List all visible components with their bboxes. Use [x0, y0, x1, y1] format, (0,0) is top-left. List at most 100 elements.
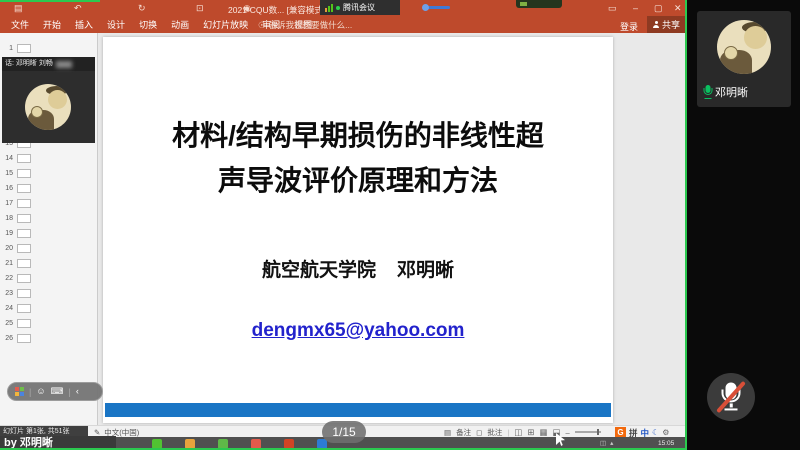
- collapse-chevron-icon[interactable]: ‹: [76, 387, 79, 396]
- tray-icon[interactable]: ◫: [600, 439, 606, 447]
- slide-thumbnail[interactable]: [17, 289, 31, 298]
- system-tray[interactable]: ◫ ▴: [600, 439, 613, 447]
- share-border: [0, 0, 100, 2]
- slide-thumbnail[interactable]: [17, 304, 31, 313]
- thumbnail-row[interactable]: 14: [0, 151, 97, 166]
- taskbar-app-icon[interactable]: [185, 439, 195, 449]
- slide-number: 21: [0, 260, 13, 267]
- gear-icon[interactable]: ⚙: [662, 428, 669, 437]
- clock[interactable]: 15:05: [658, 440, 674, 447]
- thumbnail-row[interactable]: 25: [0, 316, 97, 331]
- slide-title[interactable]: 材料/结构早期损伤的非线性超 声导波评价原理和方法: [103, 113, 613, 203]
- restore-icon[interactable]: ▢: [654, 2, 663, 14]
- tray-icon[interactable]: ▴: [610, 439, 613, 447]
- zoom-slider-thumb[interactable]: [597, 429, 599, 435]
- ribbon-options-icon[interactable]: ▭: [608, 2, 617, 14]
- tell-me-label: 告诉我您想要做什么...: [269, 19, 353, 31]
- slide-author[interactable]: 航空航天学院 邓明晰: [103, 255, 613, 282]
- slide-number: 16: [0, 185, 13, 192]
- thumbnail-row[interactable]: 19: [0, 226, 97, 241]
- thumbnail-row[interactable]: 23: [0, 286, 97, 301]
- slide-thumbnail[interactable]: [17, 229, 31, 238]
- ribbon-tab[interactable]: 幻灯片放映: [196, 17, 255, 33]
- zoom-slider[interactable]: [575, 431, 601, 433]
- overlay-slider-fragment: [424, 6, 450, 9]
- ribbon-tab[interactable]: 切换: [132, 17, 164, 33]
- slide-thumbnail[interactable]: [17, 154, 31, 163]
- keyboard-icon[interactable]: ⌨: [51, 387, 64, 396]
- slide-thumbnail[interactable]: [17, 199, 31, 208]
- floating-input-toolbar[interactable]: | ☺ ⌨ | ‹: [7, 382, 103, 401]
- sign-in-button[interactable]: 登录: [620, 20, 638, 33]
- thumbnail-row[interactable]: 1: [0, 41, 97, 56]
- taskbar-app-icon[interactable]: [218, 439, 228, 449]
- slide-email-link[interactable]: dengmx65@yahoo.com: [103, 320, 613, 342]
- slide-canvas[interactable]: 材料/结构早期损伤的非线性超 声导波评价原理和方法 航空航天学院 邓明晰 den…: [103, 37, 613, 423]
- slide-number: 14: [0, 155, 13, 162]
- screen: ▤ ↶ ↻ ⊡ ◉ 2021-CQU数... [兼容模式] - PowerPoi…: [0, 0, 800, 450]
- slide-thumbnail[interactable]: [17, 169, 31, 178]
- thumbnail-row[interactable]: 26: [0, 331, 97, 346]
- moon-icon[interactable]: ☾: [652, 428, 659, 437]
- slide-thumbnail[interactable]: [17, 44, 31, 53]
- normal-view-icon[interactable]: ◫: [514, 427, 522, 438]
- slide-thumbnail[interactable]: [17, 214, 31, 223]
- thumbnail-row[interactable]: 17: [0, 196, 97, 211]
- slide-thumbnail[interactable]: [17, 259, 31, 268]
- slide-number: 15: [0, 170, 13, 177]
- slide-number: 23: [0, 290, 13, 297]
- participant-video-tile[interactable]: 邓明晰: [697, 11, 791, 107]
- slide-thumbnail[interactable]: [17, 244, 31, 253]
- reading-view-icon[interactable]: ▦: [539, 427, 547, 438]
- start-slideshow-icon[interactable]: ⊡: [196, 2, 204, 14]
- slide-thumbnail[interactable]: [17, 184, 31, 193]
- zoom-out-icon[interactable]: –: [566, 428, 570, 437]
- minimize-icon[interactable]: –: [633, 2, 638, 14]
- slide-thumbnail[interactable]: [17, 319, 31, 328]
- thumbnail-row[interactable]: 20: [0, 241, 97, 256]
- microphone-mute-button[interactable]: [707, 373, 755, 421]
- meeting-status-badge[interactable]: 腾讯会议: [320, 0, 400, 15]
- thumbnail-row[interactable]: 24: [0, 301, 97, 316]
- person-icon: [653, 21, 660, 28]
- slide-thumbnail[interactable]: [17, 334, 31, 343]
- slide-number: 22: [0, 275, 13, 282]
- avatar: [25, 84, 71, 130]
- share-button[interactable]: 共享: [647, 16, 686, 33]
- redo-icon[interactable]: ↻: [138, 2, 146, 14]
- taskbar-app-icon[interactable]: [284, 439, 294, 449]
- thumbnail-row[interactable]: 22: [0, 271, 97, 286]
- slide-number: 25: [0, 320, 13, 327]
- slide-number: 20: [0, 245, 13, 252]
- taskbar-app-icon[interactable]: [152, 439, 162, 449]
- ribbon-tab[interactable]: 文件: [4, 17, 36, 33]
- save-icon[interactable]: ▤: [14, 2, 23, 14]
- slide-sorter-icon[interactable]: ⊞: [527, 427, 534, 438]
- meeting-sidebar: 邓明晰: [687, 0, 800, 450]
- slide-number: 19: [0, 230, 13, 237]
- ribbon-tab[interactable]: 设计: [100, 17, 132, 33]
- undo-icon[interactable]: ↶: [74, 2, 82, 14]
- slide-number: 24: [0, 305, 13, 312]
- speaker-overlay-window[interactable]: 话: 邓明晰 刘畅: [2, 57, 95, 143]
- ribbon-tab[interactable]: 动画: [164, 17, 196, 33]
- thumbnail-row[interactable]: 16: [0, 181, 97, 196]
- tell-me-box[interactable]: ☉ 告诉我您想要做什么...: [248, 17, 408, 33]
- notes-button[interactable]: 备注: [456, 427, 471, 438]
- thumbnail-row[interactable]: 15: [0, 166, 97, 181]
- ribbon-tab[interactable]: 插入: [68, 17, 100, 33]
- slide-thumbnail[interactable]: [17, 274, 31, 283]
- close-icon[interactable]: ✕: [674, 2, 682, 14]
- slide-number: 1: [0, 45, 13, 52]
- ribbon-tab[interactable]: 开始: [36, 17, 68, 33]
- participant-name: 邓明晰: [715, 84, 748, 100]
- thumbnail-row[interactable]: 21: [0, 256, 97, 271]
- taskbar-app-icon[interactable]: [251, 439, 261, 449]
- slide-thumbnail-pane[interactable]: 1 话: 邓明晰 刘畅 8: [0, 33, 98, 425]
- emoji-icon[interactable]: ☺: [36, 387, 45, 396]
- comments-button[interactable]: 批注: [487, 427, 502, 438]
- thumbnail-row[interactable]: 18: [0, 211, 97, 226]
- page-indicator-badge: 1/15: [322, 421, 366, 443]
- apps-grid-icon[interactable]: [15, 387, 24, 396]
- comments-icon: ◻: [476, 428, 482, 437]
